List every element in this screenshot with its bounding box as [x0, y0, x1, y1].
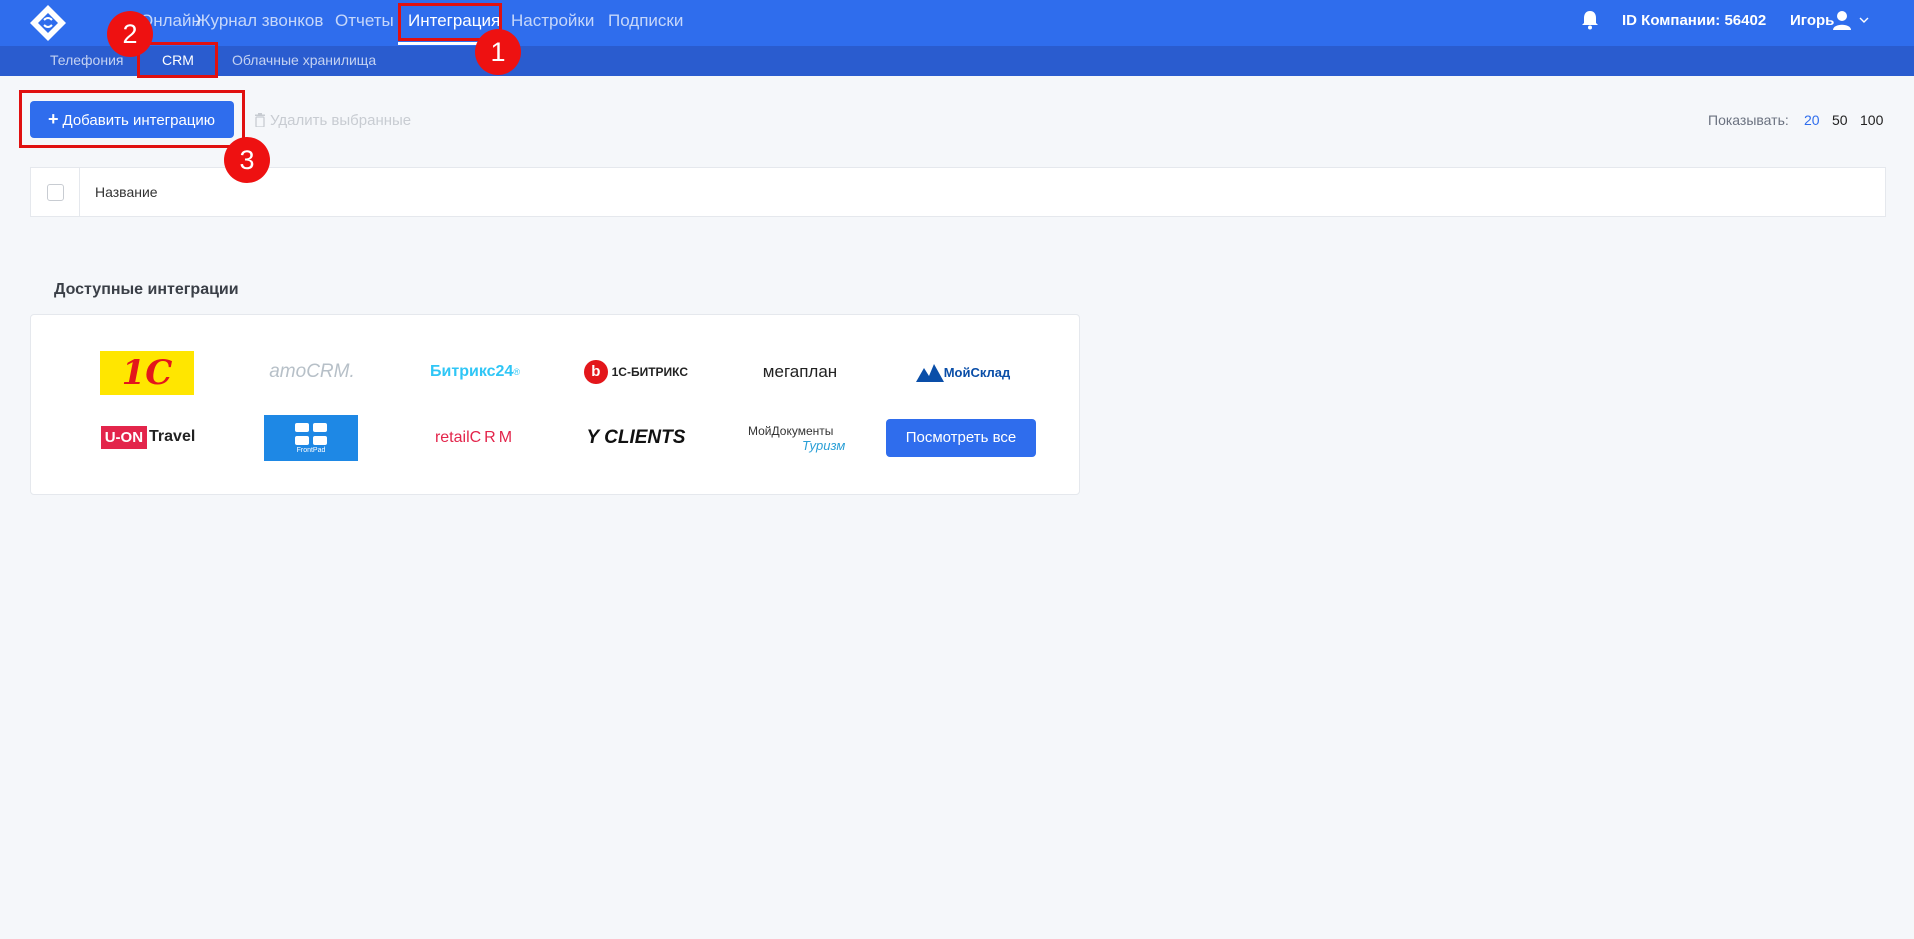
- nav-reports[interactable]: Отчеты: [335, 11, 394, 31]
- subnav-telephony[interactable]: Телефония: [50, 52, 123, 68]
- trash-icon: [255, 113, 265, 127]
- integration-1c-bitrix[interactable]: b 1С-БИТРИКС: [584, 355, 688, 389]
- page-size-label: Показывать:: [1708, 112, 1789, 128]
- page-size-100[interactable]: 100: [1860, 112, 1883, 128]
- logo-travel-text: Travel: [149, 428, 196, 445]
- integration-frontpad[interactable]: FrontPad: [264, 415, 358, 461]
- frontpad-grid-icon: [295, 422, 327, 445]
- logo-frontpad-text: FrontPad: [296, 446, 326, 454]
- logo-1c-text: 1С: [121, 353, 173, 393]
- integration-yclients[interactable]: Y CLIENTS: [584, 424, 688, 452]
- logo-yclients-text: Y CLIENTS: [586, 427, 686, 448]
- logo-moidokumenty-text: МойДокументы: [748, 423, 834, 438]
- logo-moysklad-text: МойСклад: [943, 364, 1011, 380]
- app-logo-icon[interactable]: [28, 3, 68, 43]
- annotation-marker-3: 3: [224, 137, 270, 183]
- logo-1c-bitrix-text: 1С-БИТРИКС: [611, 365, 688, 379]
- nav-settings[interactable]: Настройки: [511, 11, 594, 31]
- table-header: Название: [30, 167, 1886, 217]
- logo-amocrm-text: amoCRM.: [269, 361, 355, 382]
- annotation-box-3: [19, 90, 245, 148]
- integration-moidokumenty[interactable]: МойДокументы Туризм: [748, 418, 850, 458]
- logo-bitrix24-mark: ®: [513, 367, 520, 377]
- select-all-checkbox[interactable]: [47, 184, 64, 201]
- page-size-20[interactable]: 20: [1804, 112, 1820, 128]
- integration-moysklad[interactable]: МойСклад: [910, 355, 1016, 389]
- nav-subscriptions[interactable]: Подписки: [608, 11, 683, 31]
- integration-1c[interactable]: 1С: [100, 351, 194, 395]
- page-size-50[interactable]: 50: [1832, 112, 1848, 128]
- bitrix-circle-icon: b: [584, 360, 608, 384]
- integration-amocrm[interactable]: amoCRM.: [262, 355, 362, 389]
- column-header-name[interactable]: Название: [95, 184, 158, 200]
- integrations-title: Доступные интеграции: [54, 281, 239, 298]
- logo-uon-text: U-ON: [100, 425, 148, 449]
- bell-icon[interactable]: [1581, 10, 1599, 30]
- delete-selected-label: Удалить выбранные: [270, 112, 412, 129]
- integrations-card: [30, 314, 1080, 495]
- user-icon[interactable]: [1832, 10, 1852, 30]
- annotation-box-2: [137, 42, 218, 78]
- company-id: ID Компании: 56402: [1622, 12, 1767, 29]
- user-menu[interactable]: Игорь: [1790, 12, 1834, 29]
- integration-retailcrm[interactable]: retail CRM: [420, 424, 530, 452]
- view-all-button[interactable]: Посмотреть все: [886, 419, 1036, 457]
- subnav-cloud-storage[interactable]: Облачные хранилища: [232, 52, 376, 68]
- logo-retail-text: retail: [434, 429, 470, 446]
- moysklad-mountain-icon: [915, 364, 944, 382]
- integration-bitrix24[interactable]: Битрикс24 ®: [420, 357, 530, 387]
- logo-turizm-text: Туризм: [802, 437, 846, 453]
- logo-megaplan-text: мегаплан: [762, 362, 838, 381]
- nav-call-log[interactable]: Журнал звонков: [195, 11, 323, 31]
- logo-crm-text: CRM: [469, 429, 516, 446]
- delete-selected-button[interactable]: Удалить выбранные: [254, 112, 411, 129]
- logo-bitrix24-text: Битрикс24: [430, 363, 514, 380]
- column-divider: [79, 168, 80, 216]
- annotation-marker-1: 1: [475, 29, 521, 75]
- integration-megaplan[interactable]: мегаплан: [750, 357, 850, 387]
- integration-uon-travel[interactable]: U-ON Travel: [98, 424, 198, 450]
- annotation-marker-2: 2: [107, 11, 153, 57]
- chevron-down-icon[interactable]: [1859, 15, 1869, 25]
